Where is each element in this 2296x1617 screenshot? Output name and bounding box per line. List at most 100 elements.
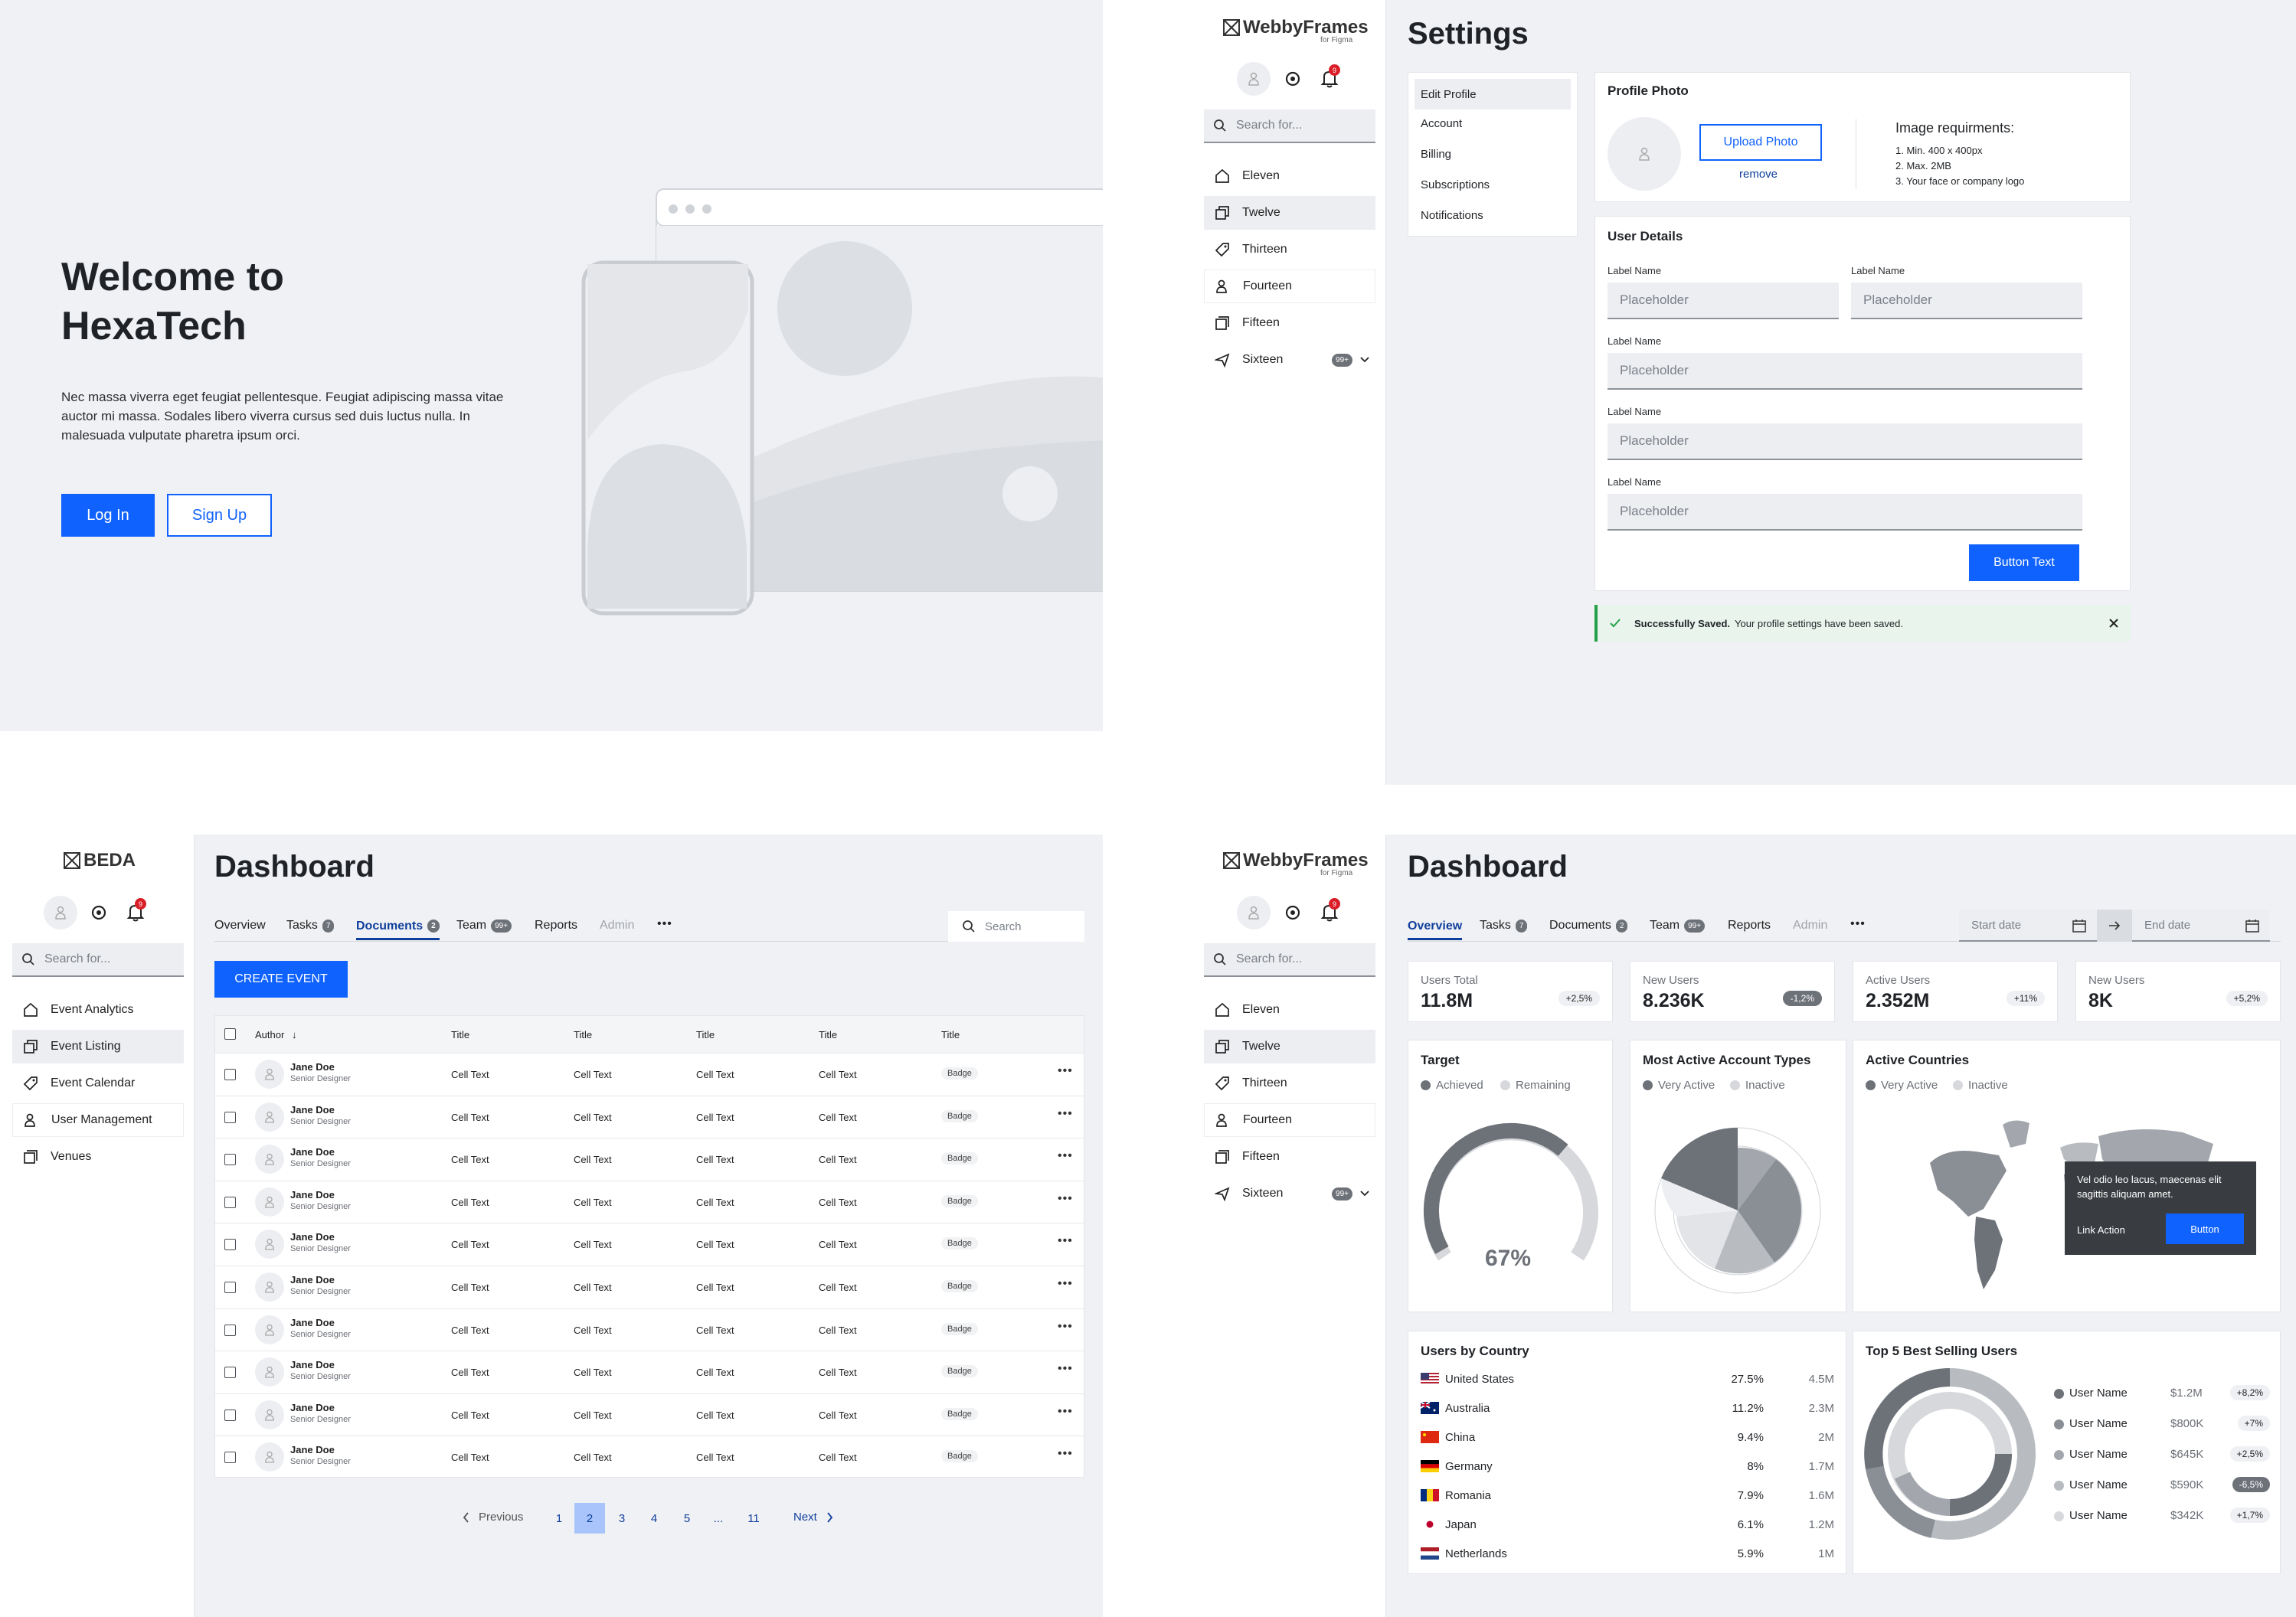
row-menu-icon[interactable]: •••	[1058, 1320, 1073, 1334]
nav-item-fifteen[interactable]: Fifteen	[1204, 306, 1375, 340]
column-header[interactable]: Title	[819, 1029, 837, 1040]
table-row[interactable]: Jane Doe Senior Designer Cell Text Cell Tex…	[215, 1138, 1084, 1180]
tab-documents[interactable]: Documents 2	[356, 914, 440, 940]
chevron-down-icon[interactable]	[1360, 357, 1369, 363]
chevron-down-icon[interactable]	[1360, 1191, 1369, 1197]
create-event-button[interactable]: CREATE EVENT	[214, 961, 348, 998]
search-input[interactable]: Search for...	[12, 943, 184, 977]
submit-button[interactable]: Button Text	[1969, 544, 2079, 581]
page-number[interactable]: 3	[607, 1503, 637, 1534]
menu-item-account[interactable]: Account	[1421, 117, 1462, 130]
row-checkbox[interactable]	[224, 1409, 236, 1421]
avatar[interactable]	[1237, 62, 1271, 96]
remove-link[interactable]: remove	[1739, 168, 1778, 181]
end-date-input[interactable]: End date	[2132, 910, 2270, 942]
nav-item-thirteen[interactable]: Thirteen	[1204, 1067, 1375, 1100]
nav-item-event-listing[interactable]: Event Listing	[12, 1030, 184, 1063]
nav-item-event-calendar[interactable]: Event Calendar	[12, 1067, 184, 1100]
page-number[interactable]: 11	[737, 1503, 770, 1534]
avatar[interactable]	[44, 896, 77, 929]
row-menu-icon[interactable]: •••	[1058, 1149, 1073, 1163]
tooltip-button[interactable]: Button	[2166, 1214, 2244, 1244]
signup-button[interactable]: Sign Up	[167, 494, 272, 537]
row-checkbox[interactable]	[224, 1154, 236, 1166]
row-menu-icon[interactable]: •••	[1058, 1234, 1073, 1248]
search-input[interactable]: Search for...	[1204, 943, 1375, 977]
row-menu-icon[interactable]: •••	[1058, 1064, 1073, 1078]
nav-item-thirteen[interactable]: Thirteen	[1204, 233, 1375, 266]
avatar[interactable]	[1237, 896, 1271, 929]
row-checkbox[interactable]	[224, 1069, 236, 1080]
page-number[interactable]: 5	[672, 1503, 702, 1534]
table-row[interactable]: Jane Doe Senior Designer Cell Text Cell Tex…	[215, 1393, 1084, 1436]
search-input[interactable]: Search	[948, 911, 1084, 942]
nav-item-eleven[interactable]: Eleven	[1204, 993, 1375, 1027]
tooltip-link-action[interactable]: Link Action	[2077, 1224, 2125, 1236]
menu-item-subscriptions[interactable]: Subscriptions	[1421, 178, 1490, 191]
next-button[interactable]: Next	[793, 1511, 833, 1524]
menu-item-edit-profile[interactable]: Edit Profile	[1415, 79, 1571, 109]
search-input[interactable]: Search for...	[1204, 109, 1375, 143]
nav-item-event-analytics[interactable]: Event Analytics	[12, 993, 184, 1027]
table-row[interactable]: Jane Doe Senior Designer Cell Text Cell Tex…	[215, 1308, 1084, 1351]
upload-photo-button[interactable]: Upload Photo	[1699, 124, 1822, 161]
table-row[interactable]: Jane Doe Senior Designer Cell Text Cell Tex…	[215, 1223, 1084, 1265]
nav-item-sixteen[interactable]: Sixteen 99+	[1204, 343, 1375, 377]
table-row[interactable]: Jane Doe Senior Designer Cell Text Cell Tex…	[215, 1095, 1084, 1138]
tab-tasks[interactable]: Tasks 7	[1480, 914, 1528, 937]
row-menu-icon[interactable]: •••	[1058, 1447, 1073, 1461]
row-menu-icon[interactable]: •••	[1058, 1107, 1073, 1121]
select-all-checkbox[interactable]	[224, 1028, 236, 1040]
row-checkbox[interactable]	[224, 1239, 236, 1251]
page-number[interactable]: 4	[639, 1503, 669, 1534]
menu-item-notifications[interactable]: Notifications	[1421, 209, 1483, 222]
nav-item-fourteen[interactable]: Fourteen	[1204, 1103, 1375, 1137]
text-field[interactable]: Placeholder	[1851, 283, 2082, 319]
column-header[interactable]: Title	[941, 1029, 960, 1040]
row-menu-icon[interactable]: •••	[1058, 1277, 1073, 1291]
previous-button[interactable]: Previous	[463, 1511, 523, 1524]
column-header[interactable]: Title	[574, 1029, 592, 1040]
tab-overview[interactable]: Overview	[1408, 914, 1463, 940]
column-header[interactable]: Title	[696, 1029, 715, 1040]
nav-item-sixteen[interactable]: Sixteen 99+	[1204, 1177, 1375, 1210]
settings-icon[interactable]	[1284, 70, 1302, 88]
row-checkbox[interactable]	[224, 1282, 236, 1293]
table-row[interactable]: Jane Doe Senior Designer Cell Text Cell Tex…	[215, 1266, 1084, 1308]
nav-item-twelve[interactable]: Twelve	[1204, 196, 1375, 230]
table-row[interactable]: Jane Doe Senior Designer Cell Text Cell Tex…	[215, 1053, 1084, 1095]
row-checkbox[interactable]	[224, 1196, 236, 1208]
nav-item-venues[interactable]: Venues	[12, 1140, 184, 1174]
row-checkbox[interactable]	[224, 1367, 236, 1379]
close-icon[interactable]	[2109, 619, 2118, 628]
page-number[interactable]: 2	[574, 1503, 605, 1534]
tab-tasks[interactable]: Tasks 7	[286, 914, 335, 937]
row-checkbox[interactable]	[224, 1324, 236, 1336]
login-button[interactable]: Log In	[61, 494, 155, 537]
row-menu-icon[interactable]: •••	[1058, 1192, 1073, 1206]
row-menu-icon[interactable]: •••	[1058, 1405, 1073, 1419]
start-date-input[interactable]: Start date	[1959, 910, 2097, 942]
table-row[interactable]: Jane Doe Senior Designer Cell Text Cell Tex…	[215, 1351, 1084, 1393]
menu-item-billing[interactable]: Billing	[1421, 148, 1451, 161]
nav-item-fifteen[interactable]: Fifteen	[1204, 1140, 1375, 1174]
column-header[interactable]: Title	[451, 1029, 469, 1040]
text-field[interactable]: Placeholder	[1608, 353, 2082, 390]
text-field[interactable]: Placeholder	[1608, 494, 2082, 531]
table-row[interactable]: Jane Doe Senior Designer Cell Text Cell Tex…	[215, 1180, 1084, 1223]
tab-documents[interactable]: Documents 2	[1549, 914, 1628, 937]
column-header-author[interactable]: Author ↓	[255, 1029, 296, 1040]
tab-reports[interactable]: Reports	[535, 914, 577, 937]
nav-item-eleven[interactable]: Eleven	[1204, 159, 1375, 193]
nav-item-fourteen[interactable]: Fourteen	[1204, 270, 1375, 303]
row-checkbox[interactable]	[224, 1452, 236, 1464]
text-field[interactable]: Placeholder	[1608, 423, 2082, 460]
nav-item-twelve[interactable]: Twelve	[1204, 1030, 1375, 1063]
settings-icon[interactable]	[1284, 903, 1302, 922]
more-tabs-icon[interactable]: •••	[1850, 913, 1866, 936]
text-field[interactable]: Placeholder	[1608, 283, 1839, 319]
tab-team[interactable]: Team 99+	[456, 914, 512, 937]
more-tabs-icon[interactable]: •••	[657, 913, 672, 936]
table-row[interactable]: Jane Doe Senior Designer Cell Text Cell Tex…	[215, 1436, 1084, 1478]
page-number[interactable]: 1	[544, 1503, 574, 1534]
